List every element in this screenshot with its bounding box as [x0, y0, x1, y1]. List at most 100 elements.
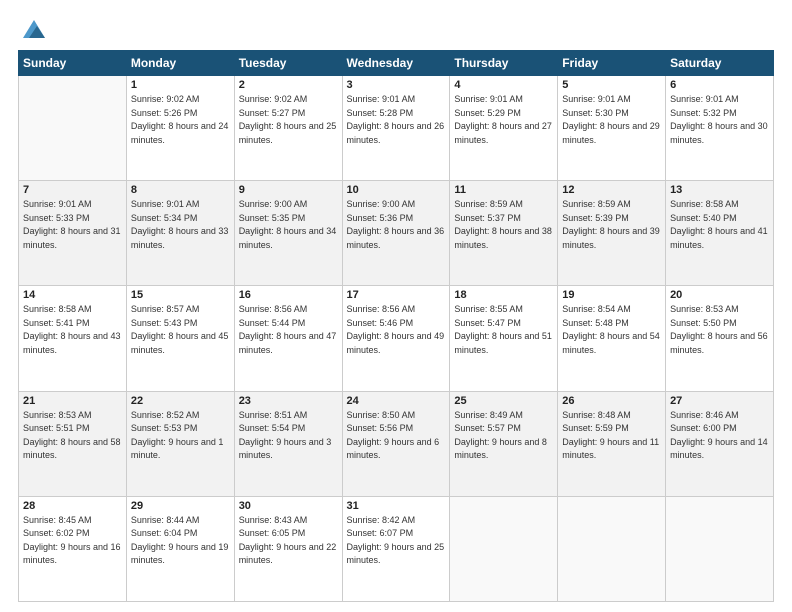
- calendar-day-cell: 12 Sunrise: 8:59 AMSunset: 5:39 PMDayligh…: [558, 181, 666, 286]
- calendar-day-cell: 6 Sunrise: 9:01 AMSunset: 5:32 PMDaylight…: [666, 76, 774, 181]
- calendar-day-cell: 22Sunrise: 8:52 AMSunset: 5:53 PMDayligh…: [126, 391, 234, 496]
- calendar-day-cell: 26 Sunrise: 8:48 AMSunset: 5:59 PMDayligh…: [558, 391, 666, 496]
- calendar-day-cell: 31Sunrise: 8:42 AMSunset: 6:07 PMDayligh…: [342, 496, 450, 601]
- day-number: 11: [454, 184, 553, 196]
- weekday-wednesday: Wednesday: [342, 51, 450, 76]
- day-info: Sunrise: 9:01 AMSunset: 5:32 PMDaylight:…: [670, 93, 769, 147]
- day-number: 15: [131, 289, 230, 301]
- day-number: 12: [562, 184, 661, 196]
- day-info: Sunrise: 9:02 AMSunset: 5:26 PMDaylight:…: [131, 93, 230, 147]
- calendar-week-row: 1Sunrise: 9:02 AMSunset: 5:26 PMDaylight…: [19, 76, 774, 181]
- day-info: Sunrise: 8:56 AMSunset: 5:46 PMDaylight:…: [347, 303, 446, 357]
- calendar-day-cell: [666, 496, 774, 601]
- day-info: Sunrise: 8:44 AMSunset: 6:04 PMDaylight:…: [131, 514, 230, 568]
- day-info: Sunrise: 9:01 AMSunset: 5:28 PMDaylight:…: [347, 93, 446, 147]
- day-info: Sunrise: 8:59 AMSunset: 5:37 PMDaylight:…: [454, 198, 553, 252]
- calendar-table: SundayMondayTuesdayWednesdayThursdayFrid…: [18, 50, 774, 602]
- calendar-day-cell: 8Sunrise: 9:01 AMSunset: 5:34 PMDaylight…: [126, 181, 234, 286]
- day-number: 16: [239, 289, 338, 301]
- calendar-day-cell: 14 Sunrise: 8:58 AMSunset: 5:41 PMDayligh…: [19, 286, 127, 391]
- weekday-tuesday: Tuesday: [234, 51, 342, 76]
- day-info: Sunrise: 8:53 AMSunset: 5:51 PMDaylight:…: [23, 409, 122, 463]
- day-number: 23: [239, 395, 338, 407]
- day-info: Sunrise: 8:46 AMSunset: 6:00 PMDaylight:…: [670, 409, 769, 463]
- calendar-day-cell: 1Sunrise: 9:02 AMSunset: 5:26 PMDaylight…: [126, 76, 234, 181]
- calendar-day-cell: 15 Sunrise: 8:57 AMSunset: 5:43 PMDayligh…: [126, 286, 234, 391]
- day-number: 13: [670, 184, 769, 196]
- calendar-week-row: 14 Sunrise: 8:58 AMSunset: 5:41 PMDayligh…: [19, 286, 774, 391]
- calendar-day-cell: 23Sunrise: 8:51 AMSunset: 5:54 PMDayligh…: [234, 391, 342, 496]
- day-info: Sunrise: 8:54 AMSunset: 5:48 PMDaylight:…: [562, 303, 661, 357]
- day-info: Sunrise: 8:48 AMSunset: 5:59 PMDaylight:…: [562, 409, 661, 463]
- day-info: Sunrise: 8:42 AMSunset: 6:07 PMDaylight:…: [347, 514, 446, 568]
- day-number: 21: [23, 395, 122, 407]
- day-info: Sunrise: 9:00 AMSunset: 5:36 PMDaylight:…: [347, 198, 446, 252]
- day-number: 19: [562, 289, 661, 301]
- header: [18, 18, 774, 40]
- calendar-day-cell: 27 Sunrise: 8:46 AMSunset: 6:00 PMDayligh…: [666, 391, 774, 496]
- day-number: 28: [23, 500, 122, 512]
- day-number: 2: [239, 79, 338, 91]
- calendar-day-cell: 2Sunrise: 9:02 AMSunset: 5:27 PMDaylight…: [234, 76, 342, 181]
- calendar-day-cell: [19, 76, 127, 181]
- calendar-day-cell: 18 Sunrise: 8:55 AMSunset: 5:47 PMDayligh…: [450, 286, 558, 391]
- day-number: 26: [562, 395, 661, 407]
- calendar-week-row: 7 Sunrise: 9:01 AMSunset: 5:33 PMDaylight…: [19, 181, 774, 286]
- day-info: Sunrise: 8:57 AMSunset: 5:43 PMDaylight:…: [131, 303, 230, 357]
- calendar-day-cell: 28 Sunrise: 8:45 AMSunset: 6:02 PMDayligh…: [19, 496, 127, 601]
- day-number: 20: [670, 289, 769, 301]
- calendar-day-cell: 17 Sunrise: 8:56 AMSunset: 5:46 PMDayligh…: [342, 286, 450, 391]
- day-number: 27: [670, 395, 769, 407]
- day-info: Sunrise: 8:45 AMSunset: 6:02 PMDaylight:…: [23, 514, 122, 568]
- day-info: Sunrise: 8:59 AMSunset: 5:39 PMDaylight:…: [562, 198, 661, 252]
- day-number: 25: [454, 395, 553, 407]
- day-info: Sunrise: 9:01 AMSunset: 5:33 PMDaylight:…: [23, 198, 122, 252]
- day-number: 29: [131, 500, 230, 512]
- weekday-friday: Friday: [558, 51, 666, 76]
- calendar-day-cell: 30 Sunrise: 8:43 AMSunset: 6:05 PMDayligh…: [234, 496, 342, 601]
- day-number: 10: [347, 184, 446, 196]
- day-number: 8: [131, 184, 230, 196]
- calendar-day-cell: 11 Sunrise: 8:59 AMSunset: 5:37 PMDayligh…: [450, 181, 558, 286]
- calendar-day-cell: 29 Sunrise: 8:44 AMSunset: 6:04 PMDayligh…: [126, 496, 234, 601]
- calendar-day-cell: 20 Sunrise: 8:53 AMSunset: 5:50 PMDayligh…: [666, 286, 774, 391]
- page: SundayMondayTuesdayWednesdayThursdayFrid…: [0, 0, 792, 612]
- day-info: Sunrise: 8:58 AMSunset: 5:41 PMDaylight:…: [23, 303, 122, 357]
- day-info: Sunrise: 8:55 AMSunset: 5:47 PMDaylight:…: [454, 303, 553, 357]
- day-number: 18: [454, 289, 553, 301]
- calendar-day-cell: 24 Sunrise: 8:50 AMSunset: 5:56 PMDayligh…: [342, 391, 450, 496]
- calendar-day-cell: [558, 496, 666, 601]
- day-number: 17: [347, 289, 446, 301]
- day-info: Sunrise: 8:53 AMSunset: 5:50 PMDaylight:…: [670, 303, 769, 357]
- day-number: 3: [347, 79, 446, 91]
- calendar-day-cell: 16Sunrise: 8:56 AMSunset: 5:44 PMDayligh…: [234, 286, 342, 391]
- calendar-day-cell: [450, 496, 558, 601]
- calendar-day-cell: 4Sunrise: 9:01 AMSunset: 5:29 PMDaylight…: [450, 76, 558, 181]
- weekday-header-row: SundayMondayTuesdayWednesdayThursdayFrid…: [19, 51, 774, 76]
- calendar-day-cell: 5Sunrise: 9:01 AMSunset: 5:30 PMDaylight…: [558, 76, 666, 181]
- calendar-week-row: 21 Sunrise: 8:53 AMSunset: 5:51 PMDayligh…: [19, 391, 774, 496]
- day-number: 7: [23, 184, 122, 196]
- day-number: 14: [23, 289, 122, 301]
- weekday-saturday: Saturday: [666, 51, 774, 76]
- day-info: Sunrise: 9:00 AMSunset: 5:35 PMDaylight:…: [239, 198, 338, 252]
- calendar-day-cell: 3 Sunrise: 9:01 AMSunset: 5:28 PMDaylight…: [342, 76, 450, 181]
- calendar-day-cell: 9Sunrise: 9:00 AMSunset: 5:35 PMDaylight…: [234, 181, 342, 286]
- logo-icon: [21, 18, 47, 40]
- day-number: 30: [239, 500, 338, 512]
- calendar-day-cell: 25 Sunrise: 8:49 AMSunset: 5:57 PMDayligh…: [450, 391, 558, 496]
- day-number: 6: [670, 79, 769, 91]
- day-info: Sunrise: 8:43 AMSunset: 6:05 PMDaylight:…: [239, 514, 338, 568]
- weekday-thursday: Thursday: [450, 51, 558, 76]
- day-number: 4: [454, 79, 553, 91]
- day-info: Sunrise: 8:49 AMSunset: 5:57 PMDaylight:…: [454, 409, 553, 463]
- day-number: 22: [131, 395, 230, 407]
- day-number: 24: [347, 395, 446, 407]
- weekday-monday: Monday: [126, 51, 234, 76]
- day-info: Sunrise: 8:50 AMSunset: 5:56 PMDaylight:…: [347, 409, 446, 463]
- calendar-day-cell: 13Sunrise: 8:58 AMSunset: 5:40 PMDayligh…: [666, 181, 774, 286]
- day-info: Sunrise: 9:01 AMSunset: 5:30 PMDaylight:…: [562, 93, 661, 147]
- calendar-day-cell: 19 Sunrise: 8:54 AMSunset: 5:48 PMDayligh…: [558, 286, 666, 391]
- calendar-day-cell: 21 Sunrise: 8:53 AMSunset: 5:51 PMDayligh…: [19, 391, 127, 496]
- calendar-week-row: 28 Sunrise: 8:45 AMSunset: 6:02 PMDayligh…: [19, 496, 774, 601]
